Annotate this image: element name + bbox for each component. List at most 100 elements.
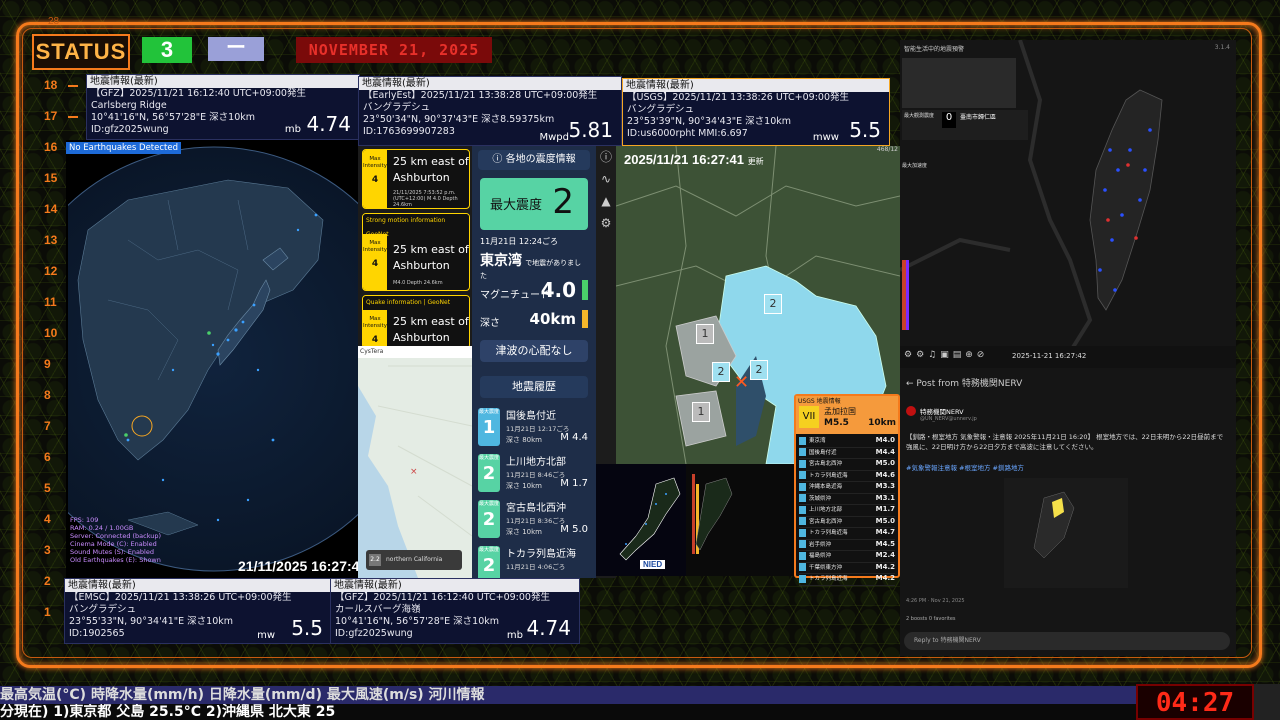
usgs-row-name: トカラ列島近海 <box>809 530 848 536</box>
history-shindo-value: 1 <box>482 417 496 438</box>
usgs-place: 孟加拉国 <box>824 407 856 416</box>
history-title[interactable]: 地震履歴 <box>480 376 588 398</box>
panel-header: 地震情報(最新) <box>359 77 621 90</box>
hud-server: Server: Connected (backup) <box>70 532 162 540</box>
usgs-list-row[interactable]: 東京湾 M4.0 <box>799 436 895 448</box>
tw-tool-icons[interactable]: ⚙⚙♫▣▤⊕⊘ <box>904 350 988 360</box>
nied-map[interactable]: NIED <box>596 464 796 576</box>
geonet-column: Max Intensity 4 25 km east of Ashburton 2… <box>358 146 472 349</box>
panel-mag: 5.81 <box>568 118 613 142</box>
ruler-tick: 6 <box>44 450 78 464</box>
hud-fps: FPS: 109 <box>70 516 99 524</box>
history-datetime: 11月21日 4:06ごろ <box>506 563 566 571</box>
history-shindo: 最大震度 2 <box>478 454 500 492</box>
panel-line2: カールスバーグ海嶺 <box>335 604 421 615</box>
weather-ticker-bottom: 分現在) 1)東京都 父島 25.5°C 2)沖縄県 北大東 25 <box>0 704 1136 720</box>
cystera-place: northern California <box>386 556 443 563</box>
ruler-tick: 15 <box>44 171 78 185</box>
history-depth: 深さ 10km <box>506 482 543 490</box>
card-intensity: Max Intensity 4 <box>363 310 387 348</box>
panel-magtype: mb <box>506 630 523 641</box>
history-datetime: 11月21日 8:36ごろ <box>506 517 566 525</box>
kanto-shindo: 2 <box>764 294 782 314</box>
nerv-boosts: 2 boosts 0 favorites <box>906 616 956 622</box>
nerv-header: ← Post from 特務機関NERV <box>906 379 1023 389</box>
tw-place: 臺南市歸仁區 <box>960 114 997 121</box>
history-name: トカラ列島近海 <box>506 549 576 560</box>
kanto-time-value: 2025/11/21 16:27:41 <box>624 152 744 167</box>
eq-panel-usgs: 地震情報(最新) 【USGS】2025/11/21 13:38:26 UTC+0… <box>622 78 890 146</box>
ruler-tick: 5 <box>44 481 78 495</box>
usgs-row-name: 国後島付近 <box>809 449 837 456</box>
usgs-row-name: 岩手県沖 <box>809 541 832 548</box>
card-head: Quake information | GeoNet <box>363 296 469 310</box>
card-meta: M4.0 Depth 24.6km <box>393 280 443 286</box>
usgs-row-shindo <box>799 494 806 502</box>
nerv-tags: #気象警報注意報 #根室地方 #釧路地方 <box>906 464 1024 472</box>
usgs-row-shindo <box>799 517 806 525</box>
history-depth: 深さ 80km <box>506 436 543 444</box>
tw-title: 智能生活中的地震預警 <box>904 46 965 53</box>
usgs-list-row[interactable]: 宮古島北西沖 M5.0 <box>799 517 895 528</box>
history-mag: M 5.0 <box>560 524 588 535</box>
usgs-list-row[interactable]: 国後島付近 M4.4 <box>799 448 895 459</box>
history-shindo-label: 最大震度 <box>478 455 499 461</box>
max-shindo-label: 最大震度 <box>490 198 543 213</box>
gear-icon[interactable]: ⚙ <box>596 212 616 234</box>
nerv-account: 特務機関NERV <box>920 408 964 416</box>
kanto-shindo: 2 <box>750 360 768 380</box>
panel-magtype: mb <box>284 124 301 135</box>
usgs-list-row[interactable]: トカラ列島近海 M4.2 <box>799 574 895 586</box>
usgs-list-row[interactable]: 岩手県沖 M4.5 <box>799 540 895 551</box>
usgs-row-mag: M2.4 <box>875 551 895 559</box>
mag-label: マグニチュード <box>480 290 550 301</box>
nerv-reply-input[interactable]: Reply to 特務機関NERV <box>904 632 1230 650</box>
nerv-handle: @UN_NERV@unnerv.jp <box>920 416 977 422</box>
geonet-card[interactable]: Quake information | GeoNet Max Intensity… <box>362 295 470 349</box>
panel-line2: バングラデシュ <box>627 104 694 115</box>
tw-max-value: 0 <box>942 112 956 128</box>
panel-mag: 4.74 <box>306 112 351 136</box>
tsunami-status: 津波の心配なし <box>480 340 588 362</box>
usgs-list-row[interactable]: 福島県沖 M2.4 <box>799 551 895 563</box>
history-item[interactable]: 最大震度 1 国後島付近 11月21日 12:17ごろ 深さ 80km M 4.4 <box>478 404 590 448</box>
usgs-list-row[interactable]: 茨城県沖 M3.1 <box>799 494 895 505</box>
usgs-row-shindo <box>799 459 806 468</box>
usgs-list-row[interactable]: 宮古島北西沖 M5.0 <box>799 459 895 471</box>
taiwan-eew-map[interactable]: 智能生活中的地震預警 3.1.4 最大觀測震度 0 臺南市歸仁區 最大加速度 <box>900 40 1236 368</box>
usgs-list-row[interactable]: 上川地方北部 M1.7 <box>799 505 895 517</box>
depth-row: 深さ 40km <box>480 310 588 329</box>
info-icon[interactable]: ⓘ <box>596 146 616 168</box>
usgs-depth: 10km <box>868 418 896 428</box>
history-item[interactable]: 最大震度 2 宮古島北西沖 11月21日 8:36ごろ 深さ 10km M 5.0 <box>478 496 590 540</box>
history-item[interactable]: 最大震度 2 上川地方北部 11月21日 8:46ごろ 深さ 10km M 1.7 <box>478 450 590 494</box>
globe-map <box>68 146 358 572</box>
usgs-list-row[interactable]: トカラ列島近海 M4.7 <box>799 528 895 540</box>
hud-old-eq: Old Earthquakes (E): Shown <box>70 556 161 564</box>
panel-mag: 4.74 <box>526 616 571 640</box>
usgs-row-mag: M3.3 <box>875 482 895 490</box>
panel-magtype: mw <box>257 630 275 641</box>
geonet-card[interactable]: Max Intensity 4 25 km east of Ashburton 2… <box>362 149 470 209</box>
quake-region-row: 東京湾 で地震がありました <box>480 250 588 281</box>
geonet-card[interactable]: Strong motion information GeoNet Max Int… <box>362 213 470 291</box>
usgs-row-shindo <box>799 505 806 514</box>
history-name: 宮古島北西沖 <box>506 503 566 514</box>
globe-view[interactable] <box>66 140 358 578</box>
usgs-row-shindo <box>799 528 806 537</box>
corner-number: 28 <box>48 16 60 27</box>
wave-icon[interactable]: ∿ <box>596 168 616 190</box>
usgs-row-shindo <box>799 436 806 445</box>
history-shindo-value: 2 <box>482 509 496 530</box>
usgs-row-name: トカラ列島近海 <box>809 472 848 479</box>
nerv-image[interactable] <box>1004 478 1128 588</box>
kanto-time-suffix: 更新 <box>747 157 764 166</box>
usgs-list-row[interactable]: 千葉県東方沖 M4.2 <box>799 563 895 574</box>
california-map[interactable]: CysTera × 2.2 northern California <box>358 346 472 578</box>
nied-japan <box>596 464 796 576</box>
usgs-list-row[interactable]: 沖縄本島近海 M3.3 <box>799 482 895 494</box>
usgs-row-mag: M1.7 <box>875 505 895 513</box>
usgs-list-row[interactable]: トカラ列島近海 M4.6 <box>799 471 895 482</box>
warning-icon[interactable]: ▲ <box>596 190 616 212</box>
panel-header: 地震情報(最新) <box>331 579 579 592</box>
